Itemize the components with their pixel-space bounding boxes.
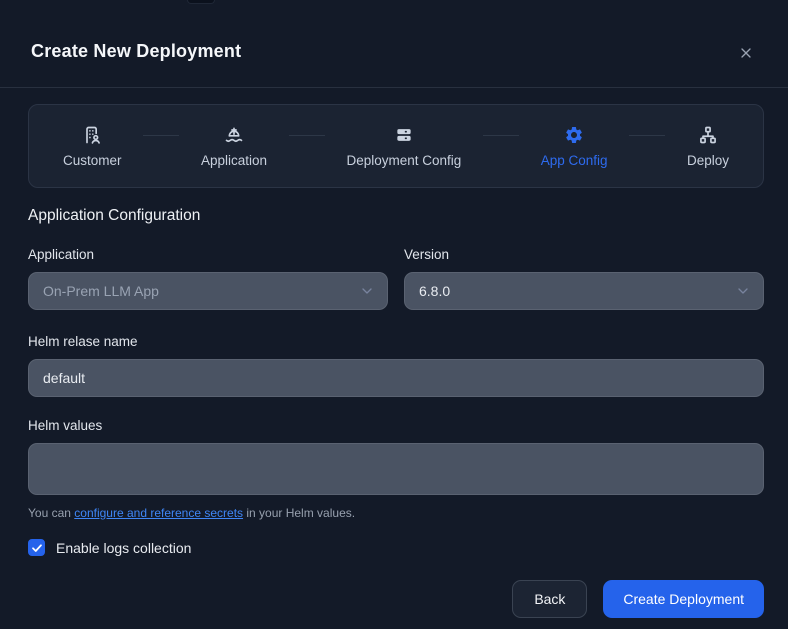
step-connector <box>267 134 346 136</box>
version-field-group: Version 6.8.0 <box>404 246 764 310</box>
helm-release-field-group: Helm relase name <box>28 333 764 397</box>
version-label: Version <box>404 247 450 262</box>
modal-footer: Back Create Deployment <box>28 580 764 618</box>
step-connector <box>461 134 540 136</box>
step-application[interactable]: Application <box>201 125 267 168</box>
server-icon <box>394 125 414 145</box>
application-label: Application <box>28 247 95 262</box>
secrets-note-suffix: in your Helm values. <box>243 506 356 520</box>
step-label: Application <box>200 152 268 168</box>
ship-icon <box>224 125 244 145</box>
step-app-config[interactable]: App Config <box>541 125 608 168</box>
chevron-down-icon <box>359 283 375 299</box>
gear-icon <box>564 125 584 145</box>
step-deploy[interactable]: Deploy <box>687 125 729 168</box>
step-label: Customer <box>63 152 122 168</box>
helm-values-textarea[interactable] <box>28 443 764 495</box>
create-deployment-button[interactable]: Create Deployment <box>603 580 764 618</box>
logs-collection-checkbox[interactable] <box>28 539 45 556</box>
building-user-icon <box>82 125 102 145</box>
step-label: Deployment Config <box>346 152 462 168</box>
app-version-row: Application On-Prem LLM App Version 6.8.… <box>28 246 764 310</box>
secrets-note: You can configure and reference secrets … <box>28 506 764 520</box>
back-button[interactable]: Back <box>512 580 588 618</box>
step-deployment-config[interactable]: Deployment Config <box>346 125 461 168</box>
application-select[interactable]: On-Prem LLM App <box>28 272 388 310</box>
secrets-note-prefix: You can <box>28 506 75 520</box>
application-field-group: Application On-Prem LLM App <box>28 246 388 310</box>
deployment-stepper: Customer Application Deployment Config A… <box>28 104 764 188</box>
helm-values-field-group: Helm values You can configure and refere… <box>28 417 764 520</box>
section-title: Application Configuration <box>28 207 201 224</box>
step-label: Deploy <box>686 152 730 168</box>
chevron-down-icon <box>735 283 751 299</box>
version-select-value: 6.8.0 <box>419 283 451 299</box>
step-connector <box>608 134 687 136</box>
secrets-link[interactable]: configure and reference secrets <box>74 506 243 520</box>
helm-release-label: Helm relase name <box>28 334 138 349</box>
network-icon <box>698 125 718 145</box>
version-select[interactable]: 6.8.0 <box>404 272 764 310</box>
close-icon[interactable] <box>737 44 755 62</box>
modal-header: Create New Deployment <box>0 0 788 88</box>
modal-title: Create New Deployment <box>31 41 242 61</box>
application-select-value: On-Prem LLM App <box>43 283 159 299</box>
step-label: App Config <box>540 152 608 168</box>
logs-collection-row: Enable logs collection <box>28 539 764 556</box>
modal-body: Customer Application Deployment Config A… <box>0 88 788 618</box>
step-customer[interactable]: Customer <box>63 125 122 168</box>
logs-collection-label: Enable logs collection <box>56 539 192 556</box>
helm-release-input[interactable] <box>28 359 764 397</box>
step-connector <box>122 134 201 136</box>
helm-values-label: Helm values <box>28 418 103 433</box>
